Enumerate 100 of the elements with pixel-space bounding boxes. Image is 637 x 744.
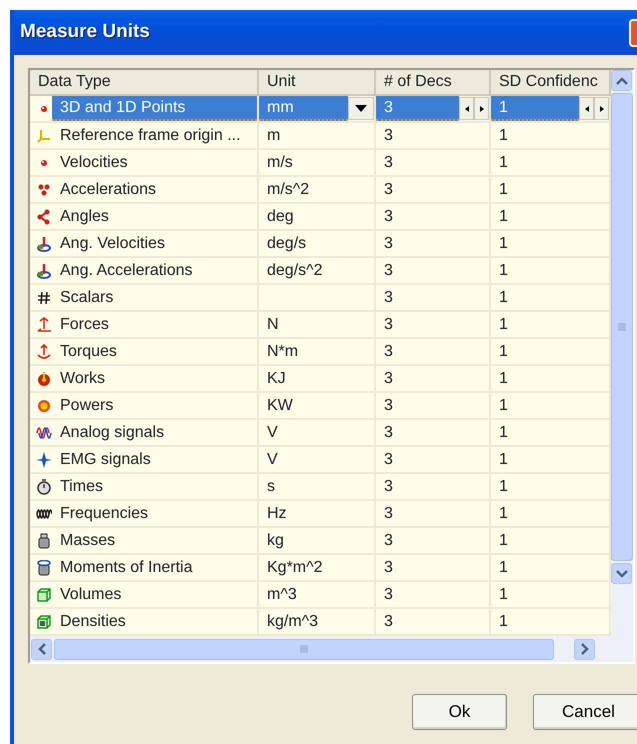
dropdown-button[interactable] <box>348 97 374 120</box>
unit-cell-text: s <box>266 476 276 496</box>
table-row[interactable]: EMG signals V 3 1 <box>30 447 611 474</box>
data-type-label: Powers <box>59 396 114 416</box>
table-cell-text: 3 <box>383 584 394 604</box>
table-cell-text: 3 <box>383 260 394 280</box>
data-type-label: Reference frame origin ... <box>59 126 242 146</box>
left-arrow-icon <box>584 106 588 112</box>
table-cell-text: 3 <box>383 612 394 632</box>
spin-button[interactable] <box>579 97 594 120</box>
data-type-label: Works <box>59 368 106 388</box>
table-row[interactable]: Velocities m/s 3 1 <box>30 150 611 177</box>
table-row[interactable]: Reference frame origin ... m 3 1 <box>30 123 611 150</box>
table-row[interactable]: Densities kg/m^3 3 1 <box>30 609 611 636</box>
table-row[interactable]: Frequencies Hz 3 1 <box>30 501 611 528</box>
points-icon <box>36 182 52 198</box>
cancel-button[interactable]: Cancel <box>533 694 637 730</box>
grip-icon <box>300 645 308 653</box>
unit-cell-text: V <box>266 422 279 442</box>
table-row[interactable]: Accelerations m/s^2 3 1 <box>30 177 611 204</box>
spin-button[interactable] <box>459 97 474 120</box>
data-type-label: Velocities <box>59 152 129 172</box>
scroll-thumb[interactable] <box>54 638 554 660</box>
unit-cell-text: V <box>266 450 279 470</box>
table-cell-text: 3 <box>383 396 394 416</box>
scroll-left-button[interactable] <box>31 638 52 660</box>
scroll-thumb[interactable] <box>611 93 633 561</box>
scroll-up-button[interactable] <box>611 70 632 91</box>
unit-cell-text: m^3 <box>266 584 298 604</box>
table-row[interactable]: Works KJ 3 1 <box>30 366 611 393</box>
angle-icon <box>36 208 52 224</box>
table-cell-text: 3 <box>383 368 394 388</box>
data-type-label: Times <box>59 476 104 496</box>
data-type-label: Scalars <box>59 288 114 308</box>
unit-cell-text: deg/s <box>266 234 308 254</box>
table-cell-text: 1 <box>498 288 509 308</box>
table-cell-text: 3 <box>383 476 394 496</box>
left-arrow-icon <box>464 106 468 112</box>
table-cell-text: 1 <box>498 558 509 578</box>
caret-icon <box>355 105 367 112</box>
table-cell-text: 3 <box>383 126 394 146</box>
table-cell-text: 1 <box>498 206 509 226</box>
wave-icon <box>36 424 52 440</box>
table-row[interactable]: Moments of Inertia Kg*m^2 3 1 <box>30 555 611 582</box>
table-row[interactable]: Analog signals V 3 1 <box>30 420 611 447</box>
table-row[interactable]: Times s 3 1 <box>30 474 611 501</box>
table-cell-text: 1 <box>498 530 509 550</box>
data-type-label: Forces <box>59 314 110 334</box>
table-cell[interactable]: 1 <box>491 96 579 121</box>
grip-icon <box>618 323 626 331</box>
unit-cell-text: N*m <box>266 342 300 362</box>
scroll-right-button[interactable] <box>574 638 595 660</box>
table-row[interactable]: Forces N 3 1 <box>30 312 611 339</box>
table-row[interactable]: Ang. Velocities deg/s 3 1 <box>30 231 611 258</box>
axes-icon <box>36 128 52 144</box>
unit-cell-text: m/s^2 <box>266 180 310 200</box>
force-icon <box>36 316 52 332</box>
spin-button[interactable] <box>594 97 609 120</box>
stopwatch-icon <box>36 478 52 494</box>
table-row[interactable]: 3D and 1D Points mm 3 1 <box>30 96 611 123</box>
table-row[interactable]: Scalars 3 1 <box>30 285 611 312</box>
unit-cell-text: Hz <box>266 504 288 524</box>
table-cell-text: 3 <box>383 234 394 254</box>
data-type-label: Accelerations <box>59 180 158 200</box>
data-type-label: Masses <box>59 530 116 550</box>
scroll-down-button[interactable] <box>611 563 632 584</box>
table-cell-text: 3 <box>383 314 394 334</box>
table-cell-text: 1 <box>498 612 509 632</box>
sun-icon <box>36 398 52 414</box>
cube-icon <box>36 614 52 630</box>
table-row[interactable]: Ang. Accelerations deg/s^2 3 1 <box>30 258 611 285</box>
spin-button[interactable] <box>474 97 489 120</box>
unit-cell-text: kg <box>266 530 285 550</box>
table-cell-text: 1 <box>498 260 509 280</box>
table-cell-text: 1 <box>498 422 509 442</box>
data-type-label: 3D and 1D Points <box>52 96 257 121</box>
table-cell-text: 3 <box>383 180 394 200</box>
unit-cell-text: Kg*m^2 <box>266 558 324 578</box>
data-type-label: Torques <box>59 342 118 362</box>
table-cell-text: 1 <box>498 584 509 604</box>
table-row[interactable]: Angles deg 3 1 <box>30 204 611 231</box>
unit-cell-text: deg <box>266 206 295 226</box>
rotation-axes-icon <box>36 262 52 278</box>
table-row[interactable]: Powers KW 3 1 <box>30 393 611 420</box>
table-row[interactable]: Volumes m^3 3 1 <box>30 582 611 609</box>
cube-icon <box>36 586 52 602</box>
data-type-label: EMG signals <box>59 450 152 470</box>
unit-cell-text: KW <box>266 396 294 416</box>
table-cell-text: 3 <box>383 450 394 470</box>
table-cell-text: 3 <box>383 206 394 226</box>
table-cell-text: 1 <box>498 450 509 470</box>
data-type-label: Angles <box>59 206 110 226</box>
unit-cell-text: KJ <box>266 368 287 388</box>
table-cell-text: 1 <box>498 314 509 334</box>
table-row[interactable]: Torques N*m 3 1 <box>30 339 611 366</box>
table-cell-text: 1 <box>498 152 509 172</box>
table-cell[interactable]: 3 <box>376 96 459 121</box>
ok-button[interactable]: Ok <box>412 694 507 730</box>
unit-cell[interactable]: mm <box>259 96 348 121</box>
table-row[interactable]: Masses kg 3 1 <box>30 528 611 555</box>
